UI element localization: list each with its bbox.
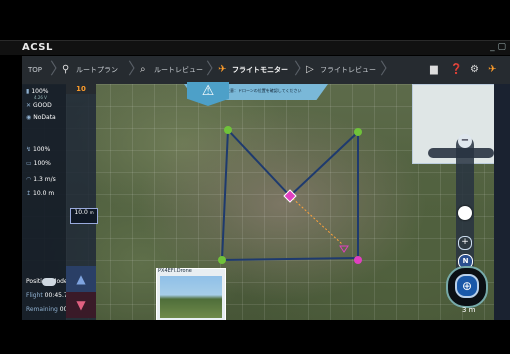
ascend-button[interactable]: ▲ <box>66 266 96 292</box>
play-icon: ▷ <box>306 64 314 75</box>
battery-value: 100 <box>31 88 43 95</box>
altitude-marker: 10.0 m <box>70 208 98 224</box>
zoom-out-button[interactable]: − <box>458 134 472 148</box>
gear-icon[interactable]: ⚙ <box>470 62 479 78</box>
zoom-in-button[interactable]: + <box>458 236 472 250</box>
battery-readout: ▮ 100% <box>26 88 48 95</box>
speed-readout: ◠ 1.3 m/s <box>26 176 56 183</box>
zoom-knob[interactable] <box>458 206 472 220</box>
controller-icon: ↯ <box>26 146 32 153</box>
tab-route-review[interactable]: ルートレビュー <box>154 62 203 78</box>
bottom-letterbox <box>0 320 510 354</box>
flight-time-label: Flight <box>26 292 43 299</box>
battery-icon: ▮ <box>26 88 30 95</box>
drone-battery-value: 100 <box>33 160 46 167</box>
tab-route-plan[interactable]: ルートプラン <box>76 62 118 78</box>
speed-value: 1.3 <box>33 176 43 183</box>
remaining-time-label: Remaining <box>26 306 58 313</box>
nav-bar: TOP 〉 ⚲ ルートプラン 〉 ⌕ ルートレビュー 〉 ✈ フライトモニター … <box>22 56 510 84</box>
home-marker <box>339 245 349 253</box>
left-letterbox <box>0 40 22 320</box>
app-logo: ACSL <box>22 42 53 53</box>
altitude-value: 10.0 <box>33 190 47 197</box>
battery-unit: % <box>42 88 49 95</box>
camera-image <box>160 276 222 318</box>
satellite-icon: ✕ <box>26 102 32 109</box>
altitude-readout: ↥ 10.0 m <box>26 190 54 197</box>
descend-button[interactable]: ▼ <box>66 292 96 318</box>
drone-icon: ✈ <box>218 64 227 75</box>
nav-separator: 〉 <box>380 59 397 78</box>
rc-battery-unit: % <box>44 146 51 153</box>
battery-sub: 4.26 V <box>34 95 47 100</box>
tab-top[interactable]: TOP <box>28 62 42 78</box>
folder-icon[interactable]: ▆ <box>430 62 438 78</box>
drone-battery-readout: ▭ 100% <box>26 160 51 167</box>
drone-battery-icon: ▭ <box>26 160 32 167</box>
rc-battery-value: 100 <box>33 146 45 153</box>
altitude-current: 10 <box>66 84 96 94</box>
pin-icon: ⚲ <box>62 64 70 75</box>
rc-battery-readout: ↯ 100% <box>26 146 50 153</box>
eye-icon: ◉ <box>26 114 32 121</box>
camera-title: PX4EFI.Drone <box>158 268 192 274</box>
title-bar <box>0 40 510 55</box>
signal-value: NoData <box>33 114 56 121</box>
telemetry-panel: ▮ 100% 4.26 V ✕ GOOD ◉ NoData ↯ 100% ▭ 100% ◠… <box>22 84 87 320</box>
altitude-unit: m <box>48 190 55 197</box>
altitude-marker-unit: m <box>89 210 94 215</box>
signal-readout: ◉ NoData <box>26 114 56 121</box>
tab-flight-monitor[interactable]: フライトモニター <box>232 62 288 78</box>
help-icon[interactable]: ❓ <box>450 62 462 78</box>
speed-icon: ◠ <box>26 176 32 183</box>
right-toolbar <box>494 84 510 320</box>
tab-flight-review[interactable]: フライトレビュー <box>320 62 376 78</box>
flight-time: Flight 00:45.74 <box>26 292 72 299</box>
altitude-marker-value: 10.0 <box>74 209 88 216</box>
map-scale: 3 m <box>462 306 476 314</box>
speed-unit: m/s <box>44 176 56 183</box>
search-icon: ⌕ <box>140 64 146 75</box>
gps-readout: ✕ GOOD <box>26 102 52 109</box>
window-controls[interactable]: _ ▢ <box>490 42 506 52</box>
warning-text: 注意：ドローンの位置を確認してください <box>226 88 302 93</box>
mode-toggle[interactable] <box>42 278 56 286</box>
altitude-icon: ↥ <box>26 190 32 197</box>
drone-status-icon[interactable]: ✈ <box>488 62 496 78</box>
top-letterbox <box>0 0 510 40</box>
gps-value: GOOD <box>33 102 52 109</box>
crosshair-icon[interactable]: ⊕ <box>455 274 479 298</box>
drone-battery-unit: % <box>45 160 51 167</box>
